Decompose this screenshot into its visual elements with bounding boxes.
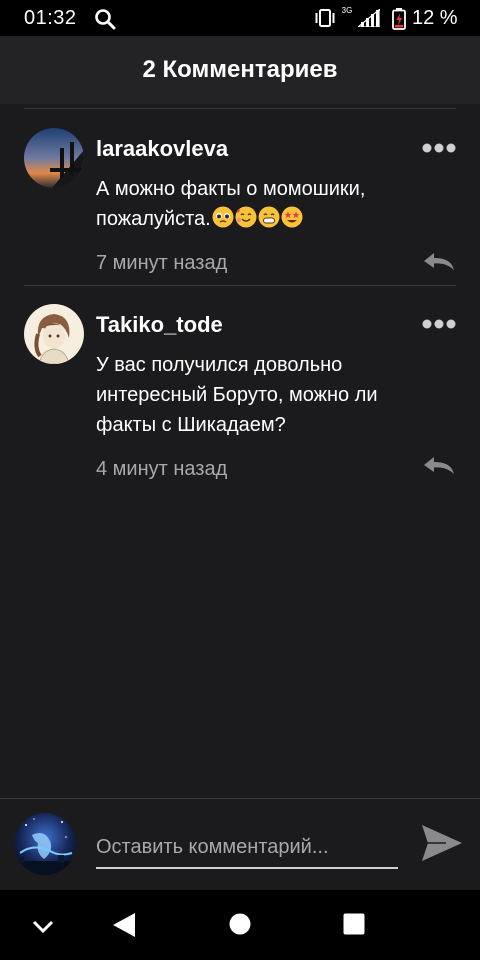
more-options-icon[interactable] (422, 142, 456, 154)
send-icon[interactable] (420, 821, 464, 865)
search-icon (95, 9, 116, 30)
current-user-avatar (14, 813, 76, 875)
comment-timestamp: 7 минут назад (96, 252, 228, 274)
recents-square-icon[interactable] (343, 913, 365, 935)
comment-input-bar (0, 798, 480, 891)
star-struck-emoji (281, 206, 303, 228)
hide-keyboard-chevron-down-icon[interactable] (32, 920, 54, 934)
grinning-face-emoji (258, 206, 280, 228)
divider (24, 285, 456, 286)
comment-text: А можно факты о момошики, пожалуйста. (96, 174, 426, 234)
back-triangle-icon[interactable] (112, 912, 136, 938)
avatar[interactable] (24, 304, 84, 364)
battery-percentage: 12 % (412, 7, 458, 29)
comment-input[interactable] (96, 827, 398, 869)
username[interactable]: laraakovleva (96, 136, 228, 162)
divider (24, 108, 456, 109)
more-options-icon[interactable] (422, 318, 456, 330)
comment-item: Takiko_tode У вас получился довольно инт… (0, 304, 480, 484)
comment-item: laraakovleva А можно факты о момошики, п… (0, 128, 480, 284)
smiling-face-with-hearts-emoji (235, 206, 257, 228)
page-title: 2 Комментариев (142, 56, 338, 83)
reply-icon[interactable] (422, 250, 456, 272)
status-time: 01:32 (24, 7, 77, 29)
comment-text: У вас получился довольно интересный Бору… (96, 354, 378, 436)
home-circle-icon[interactable] (229, 913, 251, 935)
battery-icon (392, 8, 406, 30)
comment-timestamp: 4 минут назад (96, 458, 228, 480)
pleading-face-emoji (212, 206, 234, 228)
network-type-label: 3G (341, 6, 353, 15)
signal-icon (358, 9, 380, 27)
reply-icon[interactable] (422, 454, 456, 476)
comments-screen: 01:32 3G 12 % 2 Комментариев laraakovlev… (0, 0, 480, 960)
avatar[interactable] (24, 128, 84, 188)
status-bar: 01:32 3G 12 % (0, 0, 480, 36)
header: 2 Комментариев (0, 36, 480, 104)
navigation-bar (0, 890, 480, 960)
username[interactable]: Takiko_tode (96, 312, 223, 338)
vibrate-icon (315, 9, 335, 27)
